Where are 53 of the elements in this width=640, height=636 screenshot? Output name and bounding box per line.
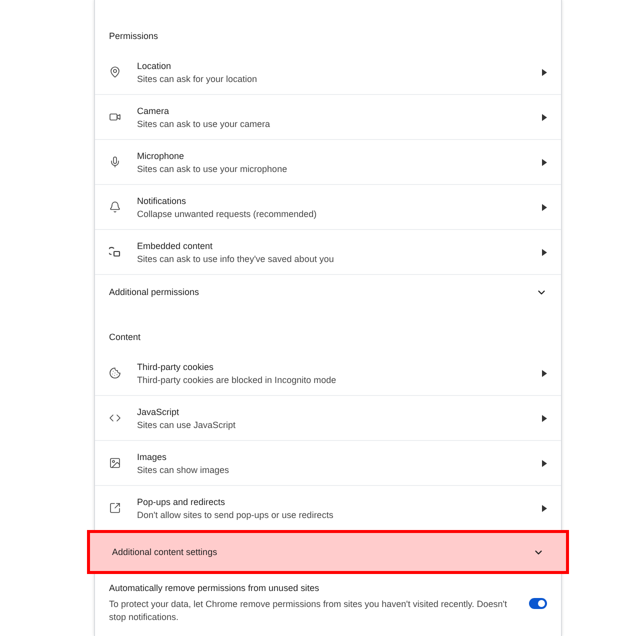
row-subtitle: Collapse unwanted requests (recommended) [137,208,318,218]
code-icon [109,412,121,424]
row-title: Location [137,60,172,70]
caret-icon [542,158,547,166]
camera-icon [109,111,121,123]
row-subtitle: Third-party cookies are blocked in Incognito mode [137,374,338,384]
embedded-content-icon [109,246,121,258]
caret-icon [542,460,547,466]
cookie-icon [109,367,121,379]
settings-row[interactable]: Notifications Collapse unwanted requests (recommended) [95,184,561,229]
row-title: Microphone [137,150,186,160]
location-pin-icon [109,66,121,78]
row-subtitle: Sites can use JavaScript [137,420,237,430]
settings-row[interactable]: Microphone Sites can ask to use your microphone [95,139,561,184]
caret-icon [542,204,547,210]
section-heading: Permissions [108,30,160,43]
setting-description: To protect your data, let Chrome remove permissions from sites you haven't visited recently. Doesn't stop notifications. [109,598,508,624]
section-heading: Content [108,331,142,344]
row-subtitle: Sites can ask to use your camera [137,118,272,128]
row-subtitle: Sites can ask to use info they've saved about you [137,254,335,264]
settings-row[interactable]: Embedded content Sites can ask to use info they've saved about you [95,229,561,274]
expand-row[interactable]: Additional permissions [95,274,561,309]
row-title: Pop-ups and redirects [137,496,226,506]
settings-row[interactable]: JavaScript Sites can use JavaScript [95,395,561,440]
row-title: Embedded content [137,240,214,250]
row-subtitle: Sites can ask to use your microphone [137,164,288,174]
caret-icon [542,248,547,256]
caret-icon [542,68,547,76]
toggle-switch[interactable] [529,598,547,608]
settings-row[interactable]: Camera Sites can ask to use your camera [95,94,561,139]
row-subtitle: Sites can show images [137,464,230,474]
caret-icon [542,414,547,422]
settings-row[interactable]: Location Sites can ask for your location [95,50,561,94]
row-subtitle: Sites can ask for your location [137,74,258,84]
bell-icon [109,201,121,213]
caret-icon [542,114,547,120]
row-title: Camera [137,106,170,116]
microphone-icon [109,156,121,168]
settings-row[interactable]: Third-party cookies Third-party cookies are blocked in Incognito mode [95,351,561,395]
image-icon [109,457,121,469]
row-title: Notifications [137,196,188,206]
popup-icon [109,502,121,514]
expand-label: Additional content settings [112,547,218,557]
row-subtitle: Don't allow sites to send pop-ups or use redirects [137,510,334,520]
caret-icon [542,504,547,512]
expand-label: Additional permissions [109,287,200,297]
row-title: Images [137,452,168,462]
setting-title: Automatically remove permissions from unused sites [109,582,320,595]
settings-row[interactable]: Images Sites can show images [95,440,561,485]
expand-row[interactable]: Additional content settings [87,530,569,574]
row-title: JavaScript [137,406,180,416]
row-title: Third-party cookies [137,362,215,372]
caret-icon [542,370,547,376]
